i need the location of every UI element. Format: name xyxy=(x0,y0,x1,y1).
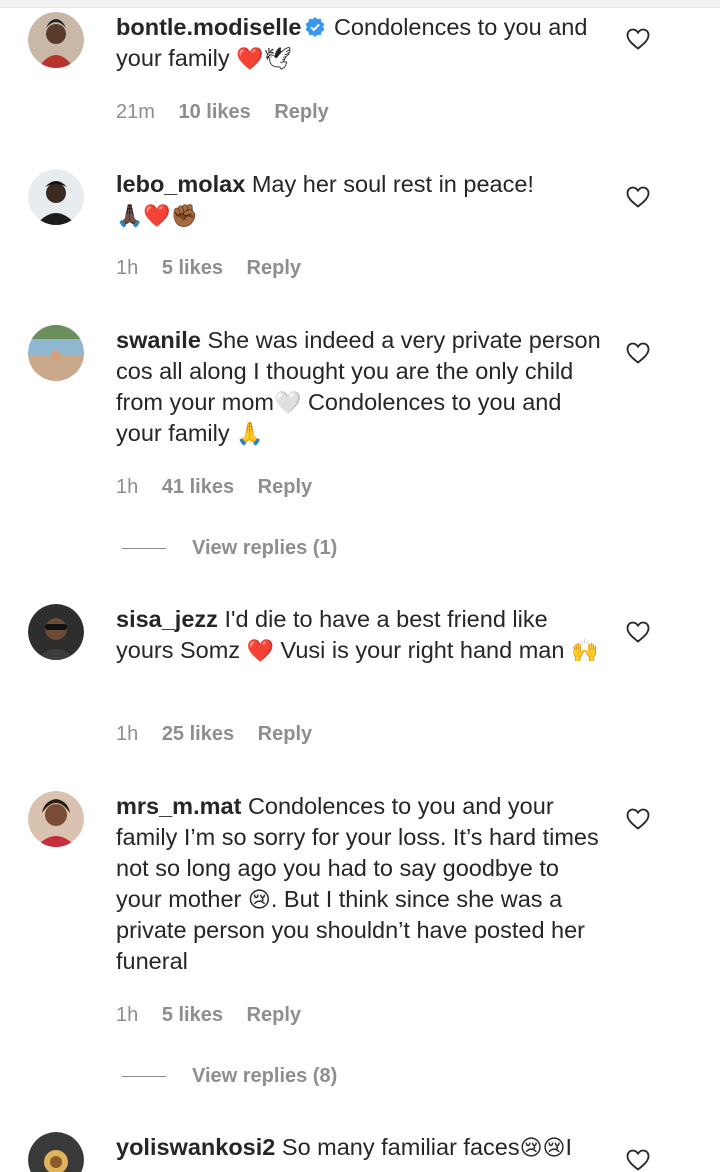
emoji: 🤍 xyxy=(274,391,302,416)
like-heart-icon[interactable] xyxy=(626,621,650,643)
comment-text: bontle.modiselle Condolences to you and … xyxy=(116,12,606,74)
comment-username[interactable]: swanile xyxy=(116,327,201,353)
replies-divider xyxy=(122,1076,166,1078)
comment-meta: 1h 5 likes Reply xyxy=(116,257,319,280)
view-replies-button[interactable]: View replies (1) xyxy=(122,537,337,560)
like-heart-icon[interactable] xyxy=(626,1149,650,1171)
comment-time: 1h xyxy=(116,723,139,745)
comment-username[interactable]: bontle.modiselle xyxy=(116,14,301,40)
comment-body: May her soul rest in peace! xyxy=(251,171,534,197)
reply-button[interactable]: Reply xyxy=(258,723,312,745)
avatar[interactable] xyxy=(28,791,84,847)
comment-time: 1h xyxy=(116,257,139,279)
comment-text: mrs_m.mat Condolences to you and your fa… xyxy=(116,791,606,977)
like-heart-icon[interactable] xyxy=(626,808,650,830)
verified-badge-icon xyxy=(305,14,325,37)
emoji: 😢😢 xyxy=(519,1136,566,1161)
emoji-group: 🙏🏿❤️✊🏾 xyxy=(116,204,199,229)
avatar[interactable] xyxy=(28,12,84,68)
top-divider xyxy=(0,0,720,8)
emoji: 🙌 xyxy=(570,639,599,664)
comment-body-continued: I xyxy=(565,1134,572,1160)
emoji-group: ❤️🕊 xyxy=(236,47,292,72)
comment-time: 21m xyxy=(116,101,155,123)
likes-count[interactable]: 5 likes xyxy=(162,257,223,279)
emoji: 🙏 xyxy=(236,422,264,447)
comment-text: swanile She was indeed a very private pe… xyxy=(116,325,606,449)
replies-divider xyxy=(122,548,166,550)
likes-count[interactable]: 10 likes xyxy=(178,101,250,123)
comment-text: lebo_molax May her soul rest in peace! 🙏… xyxy=(116,169,606,231)
reply-button[interactable]: Reply xyxy=(247,1004,301,1026)
reply-button[interactable]: Reply xyxy=(258,476,312,498)
comment-body-continued: Vusi is your right hand man xyxy=(280,637,565,663)
likes-count[interactable]: 5 likes xyxy=(162,1004,223,1026)
emoji: ❤️ xyxy=(246,639,275,664)
view-replies-label: View replies (8) xyxy=(192,1065,338,1087)
likes-count[interactable]: 41 likes xyxy=(162,476,234,498)
like-heart-icon[interactable] xyxy=(626,28,650,50)
avatar[interactable] xyxy=(28,1132,84,1172)
comment-username[interactable]: yoliswankosi2 xyxy=(116,1134,275,1160)
view-replies-label: View replies (1) xyxy=(192,537,338,559)
comment-meta: 1h 25 likes Reply xyxy=(116,723,330,746)
comment-meta: 1h 5 likes Reply xyxy=(116,1004,319,1027)
avatar[interactable] xyxy=(28,169,84,225)
reply-button[interactable]: Reply xyxy=(274,101,328,123)
avatar[interactable] xyxy=(28,325,84,381)
comment-meta: 21m 10 likes Reply xyxy=(116,101,347,124)
comment-username[interactable]: sisa_jezz xyxy=(116,606,218,632)
like-heart-icon[interactable] xyxy=(626,186,650,208)
comment-time: 1h xyxy=(116,476,139,498)
view-replies-button[interactable]: View replies (8) xyxy=(122,1065,337,1088)
comment-meta: 1h 41 likes Reply xyxy=(116,476,330,499)
comment-username[interactable]: lebo_molax xyxy=(116,171,245,197)
emoji: 😢 xyxy=(247,888,271,913)
comment-username[interactable]: mrs_m.mat xyxy=(116,793,241,819)
comment-time: 1h xyxy=(116,1004,139,1026)
avatar[interactable] xyxy=(28,604,84,660)
likes-count[interactable]: 25 likes xyxy=(162,723,234,745)
comment-item: yoliswankosi2 So many familiar faces😢😢I xyxy=(0,1132,720,1172)
like-heart-icon[interactable] xyxy=(626,342,650,364)
reply-button[interactable]: Reply xyxy=(247,257,301,279)
comment-text: yoliswankosi2 So many familiar faces😢😢I xyxy=(116,1132,606,1163)
comment-body: So many familiar faces xyxy=(281,1134,520,1160)
comment-text: sisa_jezz I'd die to have a best friend … xyxy=(116,604,606,666)
